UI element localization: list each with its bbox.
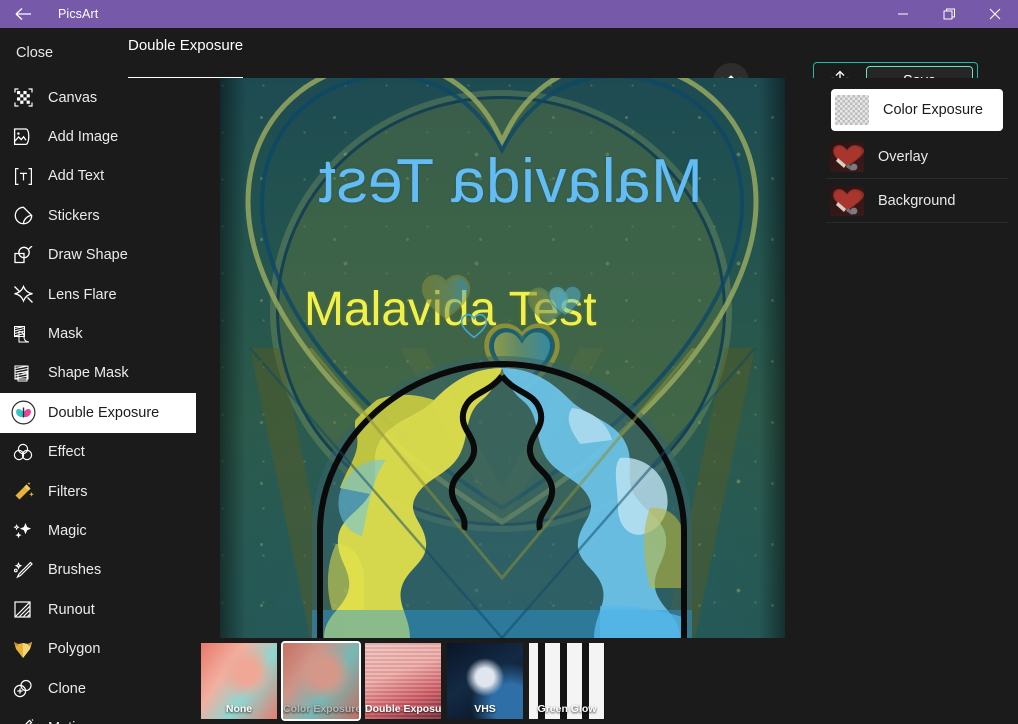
filmstrip-label: None <box>225 703 253 715</box>
filmstrip-label: VHS <box>474 703 496 715</box>
effect-circles-icon <box>6 437 40 467</box>
window-controls <box>880 0 1018 28</box>
shape-mask-icon <box>6 358 40 388</box>
canvas-area[interactable]: Malavida Test Malavida Test <box>196 78 816 638</box>
checkerboard-thumbnail-icon <box>835 95 869 125</box>
magic-wand-icon <box>6 477 40 507</box>
heart-photo-thumbnail-icon <box>830 185 864 216</box>
artwork-mirrored-text: Malavida Test <box>318 147 703 216</box>
lens-flare-icon <box>6 280 40 310</box>
filmstrip-item-color-exposure[interactable]: Color Exposure <box>281 641 361 721</box>
layer-item-background[interactable]: Background <box>826 179 1008 223</box>
back-arrow-icon[interactable] <box>0 0 46 28</box>
sidebar-item-label: Shape Mask <box>48 365 129 382</box>
sidebar-item-label: Draw Shape <box>48 247 128 264</box>
sidebar-item-add-image[interactable]: Add Image <box>0 117 196 156</box>
sidebar-item-label: Magic <box>48 522 87 539</box>
sidebar-item-draw-shape[interactable]: Draw Shape <box>0 236 196 275</box>
sidebar-item-mask[interactable]: Mask <box>0 314 196 353</box>
app-title: PicsArt <box>58 7 99 21</box>
title-bar: PicsArt <box>0 0 1018 28</box>
sidebar-item-label: Effect <box>48 444 85 461</box>
maximize-button[interactable] <box>926 0 972 28</box>
sidebar-item-brushes[interactable]: Brushes <box>0 551 196 590</box>
sidebar-item-label: Runout <box>48 601 95 618</box>
sidebar-item-shape-mask[interactable]: Shape Mask <box>0 354 196 393</box>
close-window-button[interactable] <box>972 0 1018 28</box>
artwork-heart-small-4 <box>546 284 584 318</box>
sidebar-item-label: Canvas <box>48 89 98 106</box>
sticker-icon <box>6 201 40 231</box>
canvas-scrollbar[interactable] <box>808 78 814 638</box>
minimize-button[interactable] <box>880 0 926 28</box>
sidebar-item-label: Stickers <box>48 207 100 224</box>
filmstrip-item-vhs[interactable]: VHS <box>445 641 525 721</box>
sidebar-item-effect[interactable]: Effect <box>0 433 196 472</box>
mask-icon <box>6 319 40 349</box>
sidebar-item-magic[interactable]: Magic <box>0 511 196 550</box>
layer-item-label: Overlay <box>878 148 928 165</box>
sidebar-item-runout[interactable]: Runout <box>0 590 196 629</box>
sidebar-item-clone[interactable]: Clone <box>0 669 196 708</box>
runout-icon <box>6 595 40 625</box>
artwork-globe <box>220 348 785 638</box>
brush-icon <box>6 555 40 585</box>
image-icon <box>6 122 40 152</box>
tools-sidebar[interactable]: Canvas Add Image Add Text Stickers Draw … <box>0 78 196 724</box>
sidebar-item-label: Polygon <box>48 641 101 658</box>
filmstrip-label: Double Exposure <box>365 703 441 715</box>
sidebar-item-stickers[interactable]: Stickers <box>0 196 196 235</box>
clone-icon <box>6 674 40 704</box>
sidebar-item-label: Mask <box>48 326 83 343</box>
text-box-icon <box>6 161 40 191</box>
filmstrip-item-none[interactable]: None <box>199 641 279 721</box>
filmstrip-item-green-glow[interactable]: Green Glow <box>527 641 607 721</box>
layers-panel[interactable]: Color Exposure Overlay Background <box>816 78 1018 724</box>
polygon-fox-icon <box>6 634 40 664</box>
motion-icon <box>6 713 40 724</box>
sidebar-item-add-text[interactable]: Add Text <box>0 157 196 196</box>
sparkles-icon <box>6 516 40 546</box>
sidebar-item-label: Add Image <box>48 129 119 146</box>
effects-filmstrip[interactable]: None Color Exposure Double Exposure VHS … <box>196 638 816 724</box>
artboard[interactable]: Malavida Test Malavida Test <box>220 78 785 638</box>
sidebar-item-label: Clone <box>48 680 86 697</box>
layer-item-overlay[interactable]: Overlay <box>826 135 1008 179</box>
sidebar-item-double-exposure[interactable]: Double Exposure <box>0 393 196 433</box>
filmstrip-label: Color Exposure <box>283 703 359 715</box>
document-title[interactable]: Double Exposure <box>128 28 244 78</box>
sidebar-item-lens-flare[interactable]: Lens Flare <box>0 275 196 314</box>
sidebar-item-label: Brushes <box>48 562 102 579</box>
artwork-right-shadow <box>759 78 785 638</box>
filmstrip-label: Green Glow <box>537 703 597 715</box>
layer-item-color-exposure[interactable]: Color Exposure <box>831 89 1003 131</box>
editor-toolbar: Close Double Exposure Save <box>0 28 1018 100</box>
sidebar-item-label: Motion <box>48 720 92 724</box>
filmstrip-item-double-exposure[interactable]: Double Exposure <box>363 641 443 721</box>
layer-item-label: Background <box>878 192 956 209</box>
sidebar-item-motion[interactable]: Motion <box>0 708 196 724</box>
sidebar-item-filters[interactable]: Filters <box>0 472 196 511</box>
canvas-checker-icon <box>6 83 40 113</box>
layer-item-label: Color Exposure <box>883 102 983 118</box>
sidebar-item-polygon[interactable]: Polygon <box>0 629 196 668</box>
heart-photo-thumbnail-icon <box>830 141 864 172</box>
sidebar-item-canvas[interactable]: Canvas <box>0 78 196 117</box>
sidebar-item-label: Filters <box>48 483 88 500</box>
butterfly-icon <box>6 398 40 428</box>
close-button[interactable]: Close <box>8 28 61 78</box>
draw-shape-icon <box>6 240 40 270</box>
sidebar-item-label: Lens Flare <box>48 286 117 303</box>
sidebar-item-label: Add Text <box>48 168 105 185</box>
sidebar-item-label: Double Exposure <box>48 404 160 421</box>
artwork-left-shadow <box>220 78 246 638</box>
